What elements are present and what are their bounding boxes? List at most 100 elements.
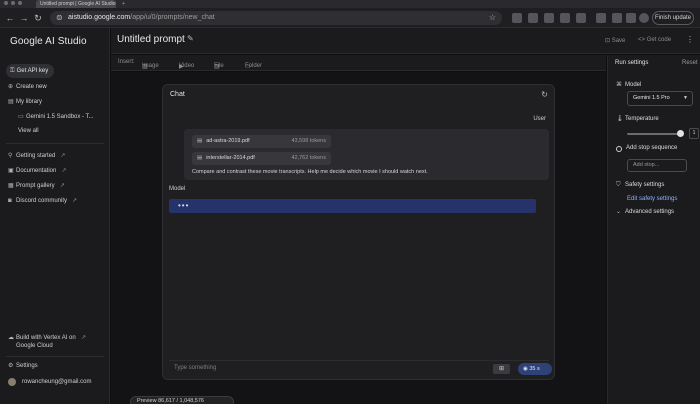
sidepanel-icon[interactable]: [626, 13, 636, 23]
page-header: Untitled prompt ✎ ⊡ Save <> Get code ⋮: [111, 28, 700, 54]
temperature-slider-handle[interactable]: [677, 130, 684, 137]
folder-icon: ▤: [8, 99, 14, 105]
model-role-label: Model: [169, 186, 186, 192]
external-link-icon: ↗: [61, 168, 67, 174]
new-tab-button[interactable]: +: [118, 0, 130, 8]
model-setting-label: ⌘ Model: [616, 82, 642, 88]
user-message[interactable]: ▤ ad-astra-2019.pdf 43,598 tokens ▤ inters…: [184, 129, 549, 180]
browser-toolbar: ← → ↻ ⊜ aistudio.google.com/app/u/0/prom…: [0, 8, 700, 28]
model-icon: ⌘: [616, 82, 622, 88]
stop-sequence-label: Add stop sequence: [626, 145, 678, 151]
sidebar-item-vertex[interactable]: ☁ Build with Vertex AI on Google Cloud↗: [8, 334, 98, 350]
sidebar-item-view-all[interactable]: View all: [18, 128, 39, 134]
advanced-settings-toggle[interactable]: ⌄ Advanced settings: [616, 208, 674, 215]
external-link-icon: ↗: [59, 183, 65, 189]
sidebar-item-prompt-gallery[interactable]: ▦ Prompt gallery ↗: [8, 182, 65, 189]
extension-icon[interactable]: [512, 13, 522, 23]
forward-icon[interactable]: →: [18, 12, 30, 24]
model-response-loading: •••: [169, 199, 536, 213]
browser-tab-active[interactable]: Untitled prompt | Google AI Studio: [36, 0, 116, 8]
chat-input-row: Type something ⊞ ◉ 35 s: [169, 360, 552, 376]
external-link-icon: ↗: [81, 335, 87, 341]
sidebar-item-getting-started[interactable]: ⚲ Getting started ↗: [8, 152, 65, 159]
reload-icon[interactable]: ↻: [32, 12, 44, 24]
rocket-icon: ⚲: [8, 153, 13, 159]
edit-pencil-icon[interactable]: ✎: [187, 34, 194, 43]
temperature-slider[interactable]: [627, 133, 679, 135]
bookmark-star-icon[interactable]: ☆: [489, 13, 496, 22]
account-email[interactable]: rowancheung@gmail.com: [22, 379, 91, 385]
gear-icon: ⚙: [8, 363, 14, 369]
stop-sequence-input[interactable]: Add stop...: [627, 159, 687, 172]
download-icon[interactable]: [596, 13, 606, 23]
typing-indicator: •••: [178, 201, 190, 210]
extension-icon[interactable]: [544, 13, 554, 23]
avatar[interactable]: [8, 378, 16, 386]
run-button[interactable]: ◉ 35 s: [518, 363, 552, 375]
user-message-text: Compare and contrast these movie transcr…: [192, 169, 428, 175]
sidebar-item-settings[interactable]: ⚙ Settings: [8, 362, 38, 369]
profile-avatar-icon[interactable]: [639, 13, 649, 23]
key-icon: ⚿: [10, 68, 15, 74]
user-role-label: User: [533, 116, 546, 122]
sidebar-item-create-new[interactable]: ⊕ Create new: [8, 83, 47, 90]
attach-media-icon[interactable]: ⊞: [493, 364, 510, 374]
chat-panel: Chat ↻ User ▤ ad-astra-2019.pdf 43,598 to…: [162, 84, 555, 380]
page-title[interactable]: Untitled prompt: [117, 34, 185, 45]
run-settings-panel: Run settings Reset ⌘ Model Gemini 1.5 Pro…: [607, 55, 700, 404]
edit-safety-settings-link[interactable]: Edit safety settings: [627, 196, 677, 202]
insert-toolbar: Insert: ▨ Image ▶ Video ▤ File ▭ Folder: [111, 55, 606, 71]
divider: [6, 356, 104, 357]
chevron-down-icon: ⌄: [616, 209, 622, 215]
extensions-puzzle-icon[interactable]: [612, 13, 622, 23]
document-icon: ▤: [197, 155, 203, 161]
thermometer-icon: 🌡: [616, 116, 624, 122]
file-attachment[interactable]: ▤ ad-astra-2019.pdf 43,598 tokens: [192, 135, 331, 148]
extension-icon[interactable]: [528, 13, 538, 23]
run-settings-title: Run settings: [615, 60, 649, 66]
safety-settings-label: ⛉ Safety settings: [616, 182, 665, 188]
shield-icon: ⛉: [616, 182, 621, 188]
code-icon: <>: [638, 37, 647, 43]
sidebar-item-my-library[interactable]: ▤ My library: [8, 98, 42, 105]
get-code-button[interactable]: <> Get code: [638, 37, 671, 43]
browser-tab-bar: Untitled prompt | Google AI Studio +: [0, 0, 700, 8]
reset-button[interactable]: Reset: [682, 60, 698, 66]
url-text: aistudio.google.com/app/u/0/prompts/new_…: [68, 14, 215, 21]
plus-circle-icon: ⊕: [8, 84, 14, 90]
more-vert-icon[interactable]: ⋮: [686, 35, 694, 44]
gallery-icon: ▦: [8, 183, 14, 189]
extension-icon[interactable]: [576, 13, 586, 23]
document-icon: ▤: [197, 138, 203, 144]
insert-label: Insert:: [118, 59, 135, 65]
site-info-icon[interactable]: ⊜: [56, 13, 63, 22]
doc-icon: ▣: [8, 168, 14, 174]
sidebar-item-discord[interactable]: ◙ Discord community ↗: [8, 197, 77, 204]
external-link-icon: ↗: [60, 153, 66, 159]
temperature-label: 🌡Temperature: [616, 116, 659, 122]
sidebar-item-documentation[interactable]: ▣ Documentation ↗: [8, 167, 66, 174]
stop-sequence-radio[interactable]: [616, 146, 622, 152]
chevron-down-icon: ▼: [683, 95, 688, 101]
discord-icon: ◙: [8, 198, 12, 204]
extension-icon[interactable]: [560, 13, 570, 23]
token-count-preview[interactable]: Preview 86,617 / 1,048,576: [130, 396, 234, 404]
sidebar-item-library-prompt[interactable]: ▭ Gemini 1.5 Sandbox - T...: [18, 113, 94, 120]
back-icon[interactable]: ←: [4, 12, 16, 24]
finish-update-button[interactable]: Finish update: [652, 11, 694, 25]
save-button[interactable]: ⊡ Save: [605, 37, 625, 44]
temperature-value[interactable]: 1: [689, 128, 699, 139]
chat-title: Chat: [170, 91, 185, 98]
chat-icon: ▭: [18, 114, 24, 120]
divider: [6, 143, 104, 144]
chat-input[interactable]: Type something: [174, 365, 216, 371]
brand-title: Google AI Studio: [10, 36, 87, 47]
window-controls[interactable]: [4, 1, 22, 5]
external-link-icon: ↗: [72, 198, 78, 204]
address-bar[interactable]: ⊜ aistudio.google.com/app/u/0/prompts/ne…: [50, 11, 502, 25]
file-attachment[interactable]: ▤ interstellar-2014.pdf 42,762 tokens: [192, 152, 331, 165]
sidebar: Google AI Studio ⚿ Get API key ⊕ Create ne…: [0, 28, 110, 404]
get-api-key-button[interactable]: ⚿ Get API key: [6, 64, 54, 78]
model-select[interactable]: Gemini 1.5 Pro ▼: [627, 91, 693, 106]
refresh-icon[interactable]: ↻: [541, 90, 548, 99]
